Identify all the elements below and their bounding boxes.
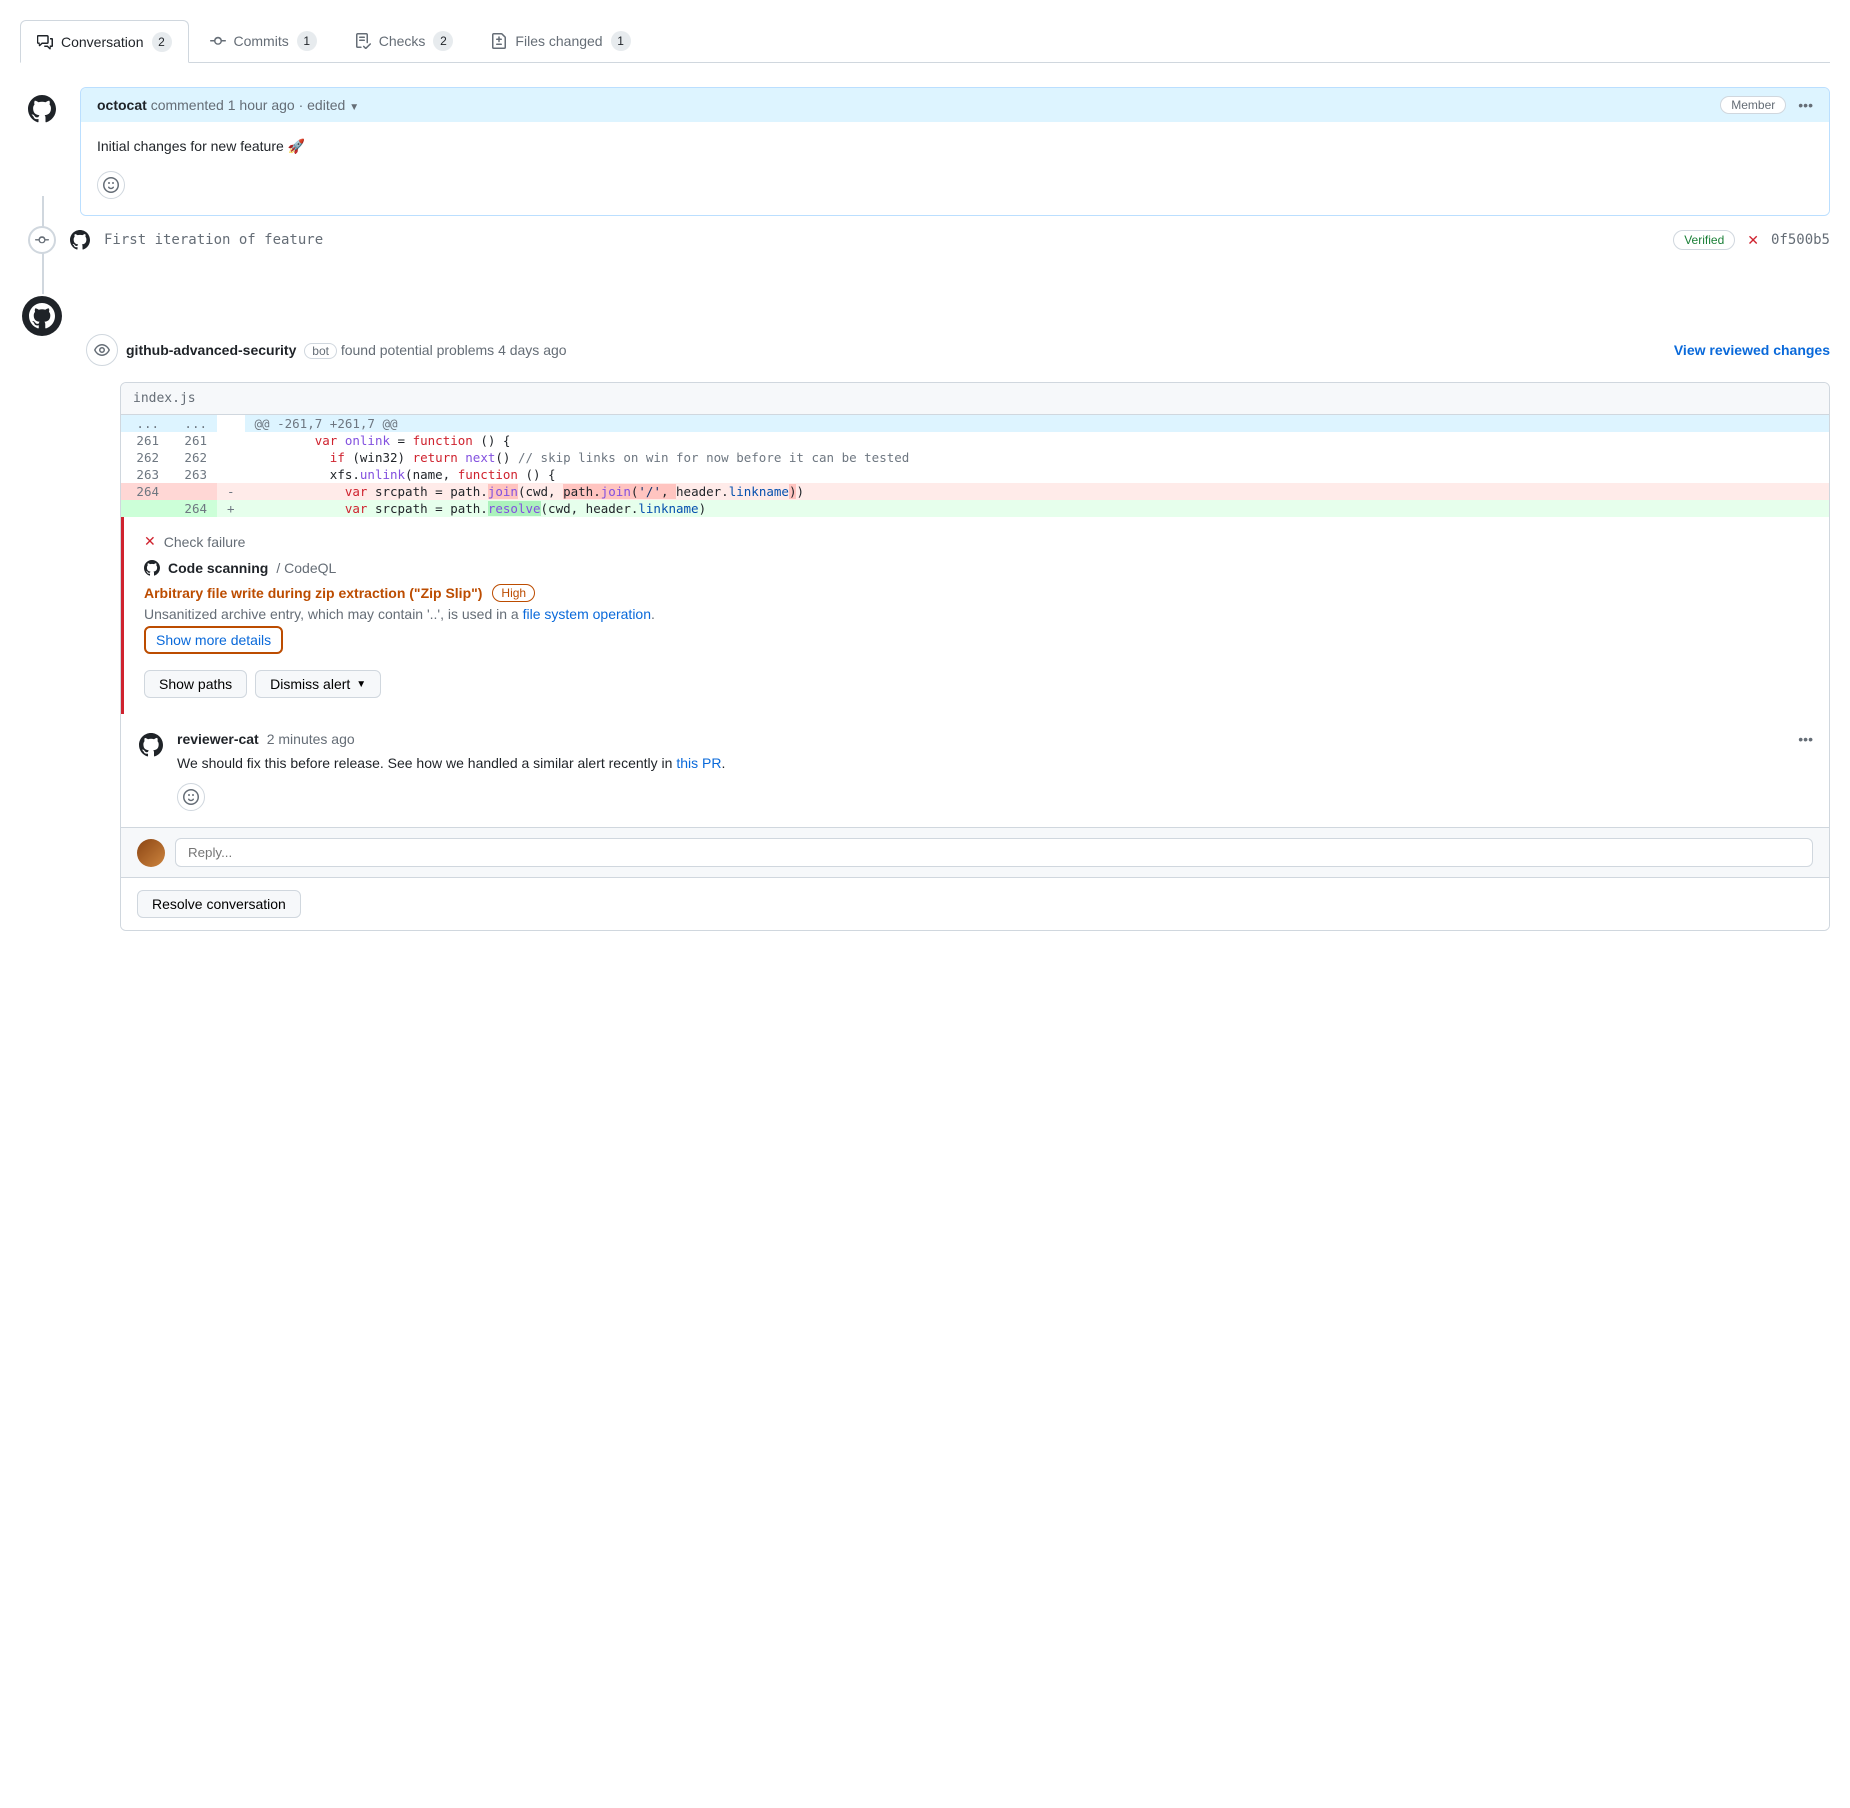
tab-label: Checks [379,33,426,49]
check-annotation: ✕ Check failure Code scanning / CodeQL A… [121,517,1829,714]
file-diff-icon [491,33,507,49]
comment-verb: commented [151,97,224,113]
pr-link[interactable]: this PR [676,755,721,771]
octocat-icon [70,230,90,250]
review-time[interactable]: 4 days ago [498,342,567,358]
comment-author[interactable]: octocat [97,97,147,113]
severity-badge: High [492,584,535,602]
commit-message[interactable]: First iteration of feature [104,232,1661,248]
comment-time[interactable]: 1 hour ago [228,97,295,113]
review-action: found potential problems [341,342,494,358]
pr-tabs: Conversation 2 Commits 1 Checks 2 Files … [20,20,1830,63]
role-badge: Member [1720,96,1786,114]
tab-label: Files changed [515,33,602,49]
github-logo-icon [29,303,55,329]
resolve-conversation-button[interactable]: Resolve conversation [137,890,301,918]
add-reaction-button[interactable] [97,171,125,199]
comment-body-text: Initial changes for new feature 🚀 [97,138,1813,155]
eye-icon [86,334,118,366]
add-reaction-button[interactable] [177,783,205,811]
diff-line-deleted: 264- var srcpath = path.join(cwd, path.j… [121,483,1829,500]
bot-badge: bot [304,343,337,359]
tab-label: Conversation [61,34,144,50]
alert-ref-link[interactable]: file system operation [523,606,651,622]
check-label: Check failure [164,534,246,550]
checklist-icon [355,33,371,49]
diff-line: 262262 if (win32) return next() // skip … [121,449,1829,466]
tab-checks[interactable]: Checks 2 [338,20,471,62]
tab-counter: 2 [152,32,172,52]
github-logo-icon [144,560,160,576]
reply-author[interactable]: reviewer-cat [177,731,259,747]
tool-name: CodeQL [284,560,336,576]
show-more-highlight: Show more details [144,626,283,654]
comment-discussion-icon [37,34,53,50]
tab-label: Commits [234,33,289,49]
git-commit-icon [210,33,226,49]
tab-counter: 1 [297,31,317,51]
edited-label[interactable]: edited [307,97,345,113]
alert-description: Unsanitized archive entry, which may con… [144,606,1813,622]
reviewer-avatar[interactable] [137,731,165,759]
review-card: index.js ...... @@ -261,7 +261,7 @@ 2612… [120,382,1830,931]
smiley-icon [183,789,199,805]
tab-conversation[interactable]: Conversation 2 [20,20,189,63]
review-author[interactable]: github-advanced-security [126,342,296,358]
bot-avatar[interactable] [20,294,64,338]
diff-line: 261261 var onlink = function () { [121,432,1829,449]
smiley-icon [103,177,119,193]
review-reply: reviewer-cat 2 minutes ago ••• We should… [121,714,1829,827]
current-user-avatar[interactable] [137,839,165,867]
x-icon[interactable]: ✕ [1747,232,1759,249]
verified-badge[interactable]: Verified [1673,230,1735,250]
tab-commits[interactable]: Commits 1 [193,20,334,62]
author-avatar[interactable] [20,87,64,131]
hunk-header: ...... @@ -261,7 +261,7 @@ [121,415,1829,432]
commit-sha[interactable]: 0f500b5 [1771,232,1830,248]
chevron-down-icon: ▼ [356,679,366,690]
diff-line: 263263 xfs.unlink(name, function () { [121,466,1829,483]
octocat-icon [139,733,163,757]
diff-table: ...... @@ -261,7 +261,7 @@ 261261 var on… [121,415,1829,517]
alert-title: Arbitrary file write during zip extracti… [144,585,482,601]
octocat-icon [28,95,56,123]
git-commit-icon [35,233,49,247]
dismiss-alert-button[interactable]: Dismiss alert ▼ [255,670,381,698]
file-name[interactable]: index.js [121,383,1829,415]
commit-author-avatar[interactable] [68,228,92,252]
view-changes-link[interactable]: View reviewed changes [1674,342,1830,358]
tab-counter: 2 [433,31,453,51]
tab-counter: 1 [611,31,631,51]
x-icon: ✕ [144,533,156,550]
main-comment: octocat commented 1 hour ago · edited ▼ … [80,87,1830,216]
kebab-icon[interactable]: ••• [1798,731,1813,747]
chevron-down-icon[interactable]: ▼ [349,102,359,113]
kebab-icon[interactable]: ••• [1798,97,1813,113]
reply-input[interactable] [175,838,1813,867]
scanner-name[interactable]: Code scanning [168,560,268,576]
show-more-link[interactable]: Show more details [156,632,271,648]
reply-time[interactable]: 2 minutes ago [267,731,355,747]
reply-text: We should fix this before release. See h… [177,755,1813,771]
show-paths-button[interactable]: Show paths [144,670,247,698]
diff-line-added: 264+ var srcpath = path.resolve(cwd, hea… [121,500,1829,517]
commit-event-icon [28,226,56,254]
tab-files[interactable]: Files changed 1 [474,20,647,62]
